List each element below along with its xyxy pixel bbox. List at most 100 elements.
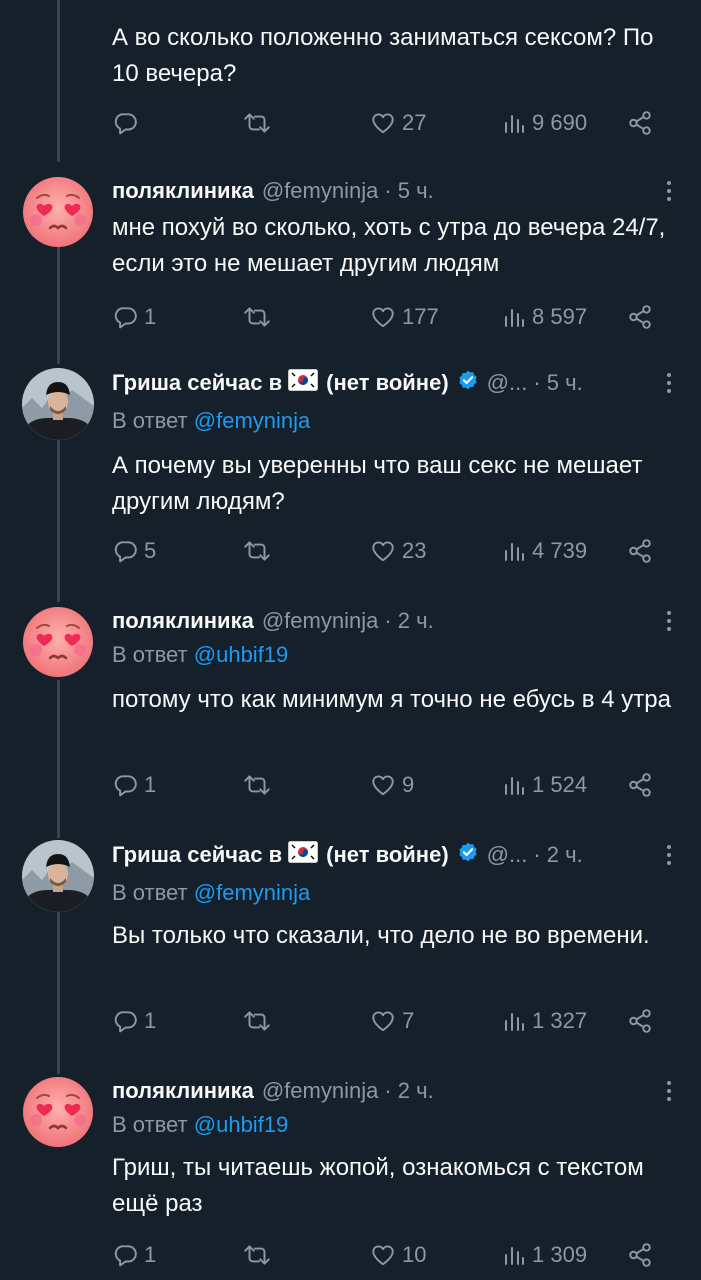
timestamp[interactable]: · 2 ч. — [384, 1078, 433, 1104]
reply-icon — [112, 1008, 138, 1034]
thread-line — [57, 0, 60, 162]
likes-count: 27 — [402, 110, 427, 135]
timestamp[interactable]: · 5 ч. — [533, 370, 582, 396]
more-icon[interactable] — [665, 176, 673, 206]
display-name[interactable]: Гриша сейчас в — [112, 842, 282, 868]
likes-count: 177 — [402, 304, 439, 329]
south-korea-flag-icon — [288, 841, 319, 869]
retweet-icon — [242, 110, 272, 136]
reply-context: В ответ @uhbif19 — [112, 1112, 288, 1138]
reply-prefix: В ответ — [112, 408, 188, 433]
reply-button[interactable]: 1 — [112, 300, 156, 334]
retweet-icon — [242, 1008, 272, 1034]
reply-mention-link[interactable]: @uhbif19 — [194, 1112, 289, 1137]
tweet-actions: 1 10 1 309 — [112, 1238, 672, 1272]
likes-count: 9 — [402, 772, 415, 797]
views-icon — [502, 111, 526, 135]
reply-button[interactable]: 1 — [112, 1238, 156, 1272]
retweet-button[interactable] — [242, 768, 272, 802]
like-button[interactable]: 177 — [370, 300, 439, 334]
display-name[interactable]: Гриша сейчас в — [112, 370, 282, 396]
like-button[interactable]: 23 — [370, 534, 426, 568]
thread-line — [57, 680, 60, 838]
retweet-button[interactable] — [242, 1238, 272, 1272]
tweet-text: потому что как минимум я точно не ебусь … — [112, 686, 671, 713]
display-name-suffix[interactable]: (нет войне) — [326, 370, 449, 396]
retweet-icon — [242, 772, 272, 798]
display-name[interactable]: поляклиника — [112, 178, 254, 204]
share-icon — [627, 772, 653, 798]
avatar[interactable] — [22, 368, 94, 440]
share-button[interactable] — [627, 300, 653, 334]
share-icon — [627, 1242, 653, 1268]
share-button[interactable] — [627, 534, 653, 568]
like-button[interactable]: 27 — [370, 106, 426, 140]
verified-badge-icon — [457, 841, 479, 869]
share-button[interactable] — [627, 1004, 653, 1038]
avatar[interactable] — [22, 840, 94, 912]
views-count: 1 524 — [532, 772, 588, 797]
reply-icon — [112, 110, 138, 136]
timestamp[interactable]: · 2 ч. — [384, 608, 433, 634]
handle[interactable]: @femyninja — [262, 608, 379, 634]
avatar[interactable] — [22, 606, 94, 678]
handle[interactable]: @... — [487, 370, 528, 396]
likes-count: 23 — [402, 538, 427, 563]
more-icon[interactable] — [665, 368, 673, 398]
tweet-text: А почему вы уверенны что ваш секс не меш… — [112, 452, 643, 515]
share-button[interactable] — [627, 106, 653, 140]
reply-button[interactable]: 1 — [112, 768, 156, 802]
handle[interactable]: @femyninja — [262, 178, 379, 204]
reply-icon — [112, 772, 138, 798]
reply-button[interactable]: 1 — [112, 1004, 156, 1038]
replies-count: 1 — [144, 1242, 157, 1267]
tweet-header: поляклиника @femyninja · 2 ч. — [112, 606, 434, 636]
handle[interactable]: @... — [487, 842, 528, 868]
handle[interactable]: @femyninja — [262, 1078, 379, 1104]
views-button[interactable]: 8 597 — [502, 300, 587, 334]
like-button[interactable]: 9 — [370, 768, 414, 802]
more-icon[interactable] — [665, 606, 673, 636]
share-button[interactable] — [627, 768, 653, 802]
views-button[interactable]: 4 739 — [502, 534, 587, 568]
timestamp[interactable]: · 2 ч. — [533, 842, 582, 868]
reply-icon — [112, 538, 138, 564]
reply-context: В ответ @uhbif19 — [112, 642, 288, 668]
reply-button[interactable]: 5 — [112, 534, 156, 568]
views-button[interactable]: 1 309 — [502, 1238, 587, 1272]
views-button[interactable]: 1 327 — [502, 1004, 587, 1038]
views-count: 4 739 — [532, 538, 588, 563]
reply-mention-link[interactable]: @uhbif19 — [194, 642, 289, 667]
tweet-header: поляклиника @femyninja · 2 ч. — [112, 1076, 434, 1106]
replies-count: 5 — [144, 538, 157, 563]
avatar[interactable] — [22, 1076, 94, 1148]
views-count: 1 309 — [532, 1242, 588, 1267]
like-button[interactable]: 7 — [370, 1004, 414, 1038]
views-button[interactable]: 9 690 — [502, 106, 587, 140]
reply-mention-link[interactable]: @femyninja — [194, 880, 311, 905]
more-icon[interactable] — [665, 1076, 673, 1106]
share-button[interactable] — [627, 1238, 653, 1272]
retweet-button[interactable] — [242, 300, 272, 334]
reply-mention-link[interactable]: @femyninja — [194, 408, 311, 433]
retweet-button[interactable] — [242, 534, 272, 568]
reply-context: В ответ @femyninja — [112, 880, 310, 906]
display-name[interactable]: поляклиника — [112, 1078, 254, 1104]
views-button[interactable]: 1 524 — [502, 768, 587, 802]
retweet-button[interactable] — [242, 1004, 272, 1038]
views-count: 8 597 — [532, 304, 588, 329]
avatar[interactable] — [22, 176, 94, 248]
heart-icon — [370, 1242, 396, 1268]
timestamp[interactable]: · 5 ч. — [384, 178, 433, 204]
views-icon — [502, 1243, 526, 1267]
display-name-suffix[interactable]: (нет войне) — [326, 842, 449, 868]
retweet-button[interactable] — [242, 106, 272, 140]
thread-line — [57, 240, 60, 364]
reply-prefix: В ответ — [112, 1112, 188, 1137]
like-button[interactable]: 10 — [370, 1238, 426, 1272]
heart-icon — [370, 304, 396, 330]
retweet-icon — [242, 304, 272, 330]
display-name[interactable]: поляклиника — [112, 608, 254, 634]
reply-button[interactable] — [112, 106, 138, 140]
more-icon[interactable] — [665, 840, 673, 870]
